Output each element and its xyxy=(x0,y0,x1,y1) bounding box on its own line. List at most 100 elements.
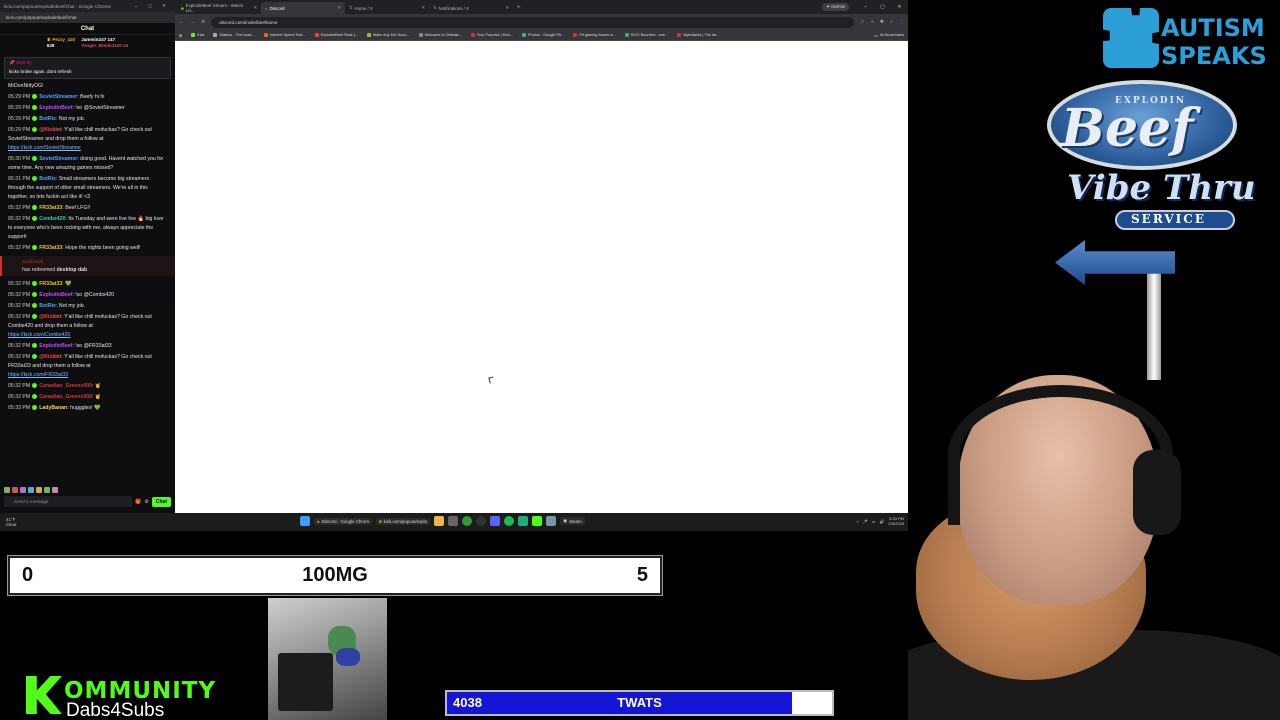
close-tab-icon[interactable]: ✕ xyxy=(421,5,425,11)
message-time: 05:32 PM xyxy=(8,314,31,320)
message-username[interactable]: SovietStreamer xyxy=(39,94,77,100)
message-username[interactable]: ExplodinBeef xyxy=(39,292,72,298)
taskbar-app-chrome-discord[interactable]: ● Discord - Google Chrom xyxy=(314,517,372,525)
message-username[interactable]: @Kicklet xyxy=(39,314,61,320)
gemini-button[interactable]: ✦ Gemini xyxy=(822,3,849,11)
message-username[interactable]: FR33at33 xyxy=(39,205,62,211)
taskbar-app-kick-popout[interactable]: ■ kick.com/popout/explo xyxy=(376,517,431,525)
message-link[interactable]: https://kick.com/FR33at33 xyxy=(8,371,168,380)
discord-invite-page[interactable] xyxy=(175,45,908,513)
bookmark-item[interactable]: Welcome to Obsidia... xyxy=(418,33,462,37)
obs-icon[interactable] xyxy=(476,516,487,526)
tab-x-home[interactable]: 𝕏 Home / X ✕ xyxy=(345,2,429,14)
message-text: 🤘 xyxy=(94,394,102,400)
bookmark-item[interactable]: ExplodinBeef Stats |... xyxy=(314,33,358,37)
message-username[interactable]: FR33at33 xyxy=(39,281,62,287)
message-username[interactable]: BotRix xyxy=(39,303,56,309)
tab-kick-stream[interactable]: ■ ExplodinBeef Stream - Watch Liv... ✕ xyxy=(177,2,261,14)
favicon-icon xyxy=(314,33,319,37)
extension-icon[interactable]: ● xyxy=(871,19,874,25)
message-username[interactable]: BotRix xyxy=(39,176,56,182)
bookmark-item[interactable]: Pit gaming issues w... xyxy=(573,33,616,37)
close-tab-icon[interactable]: ✕ xyxy=(505,5,509,11)
bookmark-item[interactable]: KICK Bounties - eve... xyxy=(624,33,668,37)
network-icon[interactable]: ▭ xyxy=(872,519,876,524)
message-username[interactable]: Canadian_Greens900 xyxy=(39,383,92,389)
message-username[interactable]: FR33at33 xyxy=(39,245,62,251)
system-clock[interactable]: 5:33 PM 2/4/2025 xyxy=(888,516,904,526)
discord-icon[interactable] xyxy=(490,516,501,526)
address-bar[interactable]: discord.com/invite/beefsome xyxy=(211,16,855,28)
extensions-puzzle-icon[interactable]: ✚ xyxy=(880,19,884,25)
close-icon[interactable]: ✕ xyxy=(157,3,171,9)
emote-icon[interactable] xyxy=(28,486,34,493)
close-tab-icon[interactable]: ✕ xyxy=(337,5,341,11)
forward-icon[interactable]: → xyxy=(190,19,195,25)
all-bookmarks[interactable]: ▭ All Bookmarks xyxy=(874,33,904,38)
media-play-icon[interactable] xyxy=(518,516,529,526)
taskbar-app-steam[interactable]: ◉ Steam xyxy=(560,517,585,525)
profile-icon[interactable]: ● xyxy=(890,19,893,25)
pinned-message[interactable]: 📌 Sent by kicks broke again. dont refres… xyxy=(4,57,171,79)
chat-send-button[interactable]: Chat xyxy=(151,496,171,507)
folder-icon[interactable] xyxy=(434,516,445,526)
settings-icon[interactable]: ⚙ xyxy=(144,499,148,505)
green-app-icon[interactable] xyxy=(532,516,543,526)
bookmark-item[interactable]: Kick xyxy=(191,33,204,37)
maximize-icon[interactable]: ▢ xyxy=(143,3,157,9)
emote-icon[interactable] xyxy=(20,486,26,493)
system-tray: ˄ 🎤 ▭ 🔊 5:33 PM 2/4/2025 xyxy=(856,516,904,526)
tray-chevron-icon[interactable]: ˄ xyxy=(856,519,858,524)
bookmark-item[interactable]: Statsus - The Lead... xyxy=(213,33,255,37)
message-text: Not my job. xyxy=(58,303,86,309)
message-username[interactable]: @Kicklet xyxy=(39,354,61,360)
minimize-icon[interactable]: – xyxy=(129,4,143,9)
bookmark-star-icon[interactable]: ☆ xyxy=(860,19,864,25)
apps-grid-icon[interactable]: ⊞ xyxy=(179,33,182,38)
chat-message-input[interactable]: Send a message xyxy=(4,496,133,507)
chat-url-bar[interactable]: kick.com/popout/explodinbeef/chat xyxy=(0,12,175,23)
close-icon[interactable]: ✕ xyxy=(891,4,908,10)
settings-icon[interactable] xyxy=(448,516,459,526)
menu-icon[interactable]: ⋮ xyxy=(899,19,904,25)
bookmark-item[interactable]: Photos - Google Ph... xyxy=(522,33,564,37)
desk-camera-feed xyxy=(268,598,387,720)
message-username[interactable]: @Kicklet xyxy=(39,127,61,133)
spotify-icon[interactable] xyxy=(504,516,515,526)
message-username[interactable]: ExplodinBeef xyxy=(39,105,72,111)
pinned-text: kicks broke again. dont refresh xyxy=(9,69,72,74)
emote-icon[interactable] xyxy=(52,486,58,493)
gift-icon[interactable]: 🎁 xyxy=(135,499,141,505)
message-link[interactable]: https://kick.com/Combs420 xyxy=(8,331,168,340)
message-username[interactable]: LadyBanan xyxy=(39,405,67,411)
message-username[interactable]: Combs420 xyxy=(39,216,65,222)
new-tab-icon[interactable]: + xyxy=(513,2,525,14)
bookmark-item[interactable]: Make Any Mic Soun... xyxy=(366,33,410,37)
maximize-icon[interactable]: ▢ xyxy=(874,4,891,10)
emote-icon[interactable] xyxy=(36,486,42,493)
windows-start-icon[interactable] xyxy=(300,516,310,526)
app-icon[interactable] xyxy=(546,516,557,526)
message-link[interactable]: https://kick.com/SovietStreamer xyxy=(8,144,168,153)
back-icon[interactable]: ← xyxy=(179,19,184,25)
message-username[interactable]: ExplodinBeef xyxy=(39,343,72,349)
volume-icon[interactable]: 🔊 xyxy=(879,519,884,524)
bookmark-item[interactable]: Your Purpose | Kick... xyxy=(470,33,513,37)
weather-widget[interactable]: 41°F Clear xyxy=(0,517,40,527)
emote-icon[interactable] xyxy=(44,486,50,493)
message-username[interactable]: Canadian_Greens900 xyxy=(39,394,92,400)
emote-icon[interactable] xyxy=(4,486,10,493)
message-username[interactable]: BotRix xyxy=(39,116,56,122)
chat-message-list[interactable]: MrDonNittyOG! 05:29 PM SovietStreamer: Bee… xyxy=(0,79,175,413)
minimize-icon[interactable]: – xyxy=(857,4,874,10)
xbox-icon[interactable] xyxy=(462,516,473,526)
emote-icon[interactable] xyxy=(12,486,18,493)
mic-icon[interactable]: 🎤 xyxy=(863,519,868,524)
stop-loading-icon[interactable]: ✕ xyxy=(201,19,205,25)
tab-discord[interactable]: ● Discord ✕ xyxy=(261,2,345,14)
bookmark-item[interactable]: Myinstants | The lar... xyxy=(677,33,719,37)
bookmark-item[interactable]: Internet Speed Test... xyxy=(263,33,306,37)
tab-x-notifications[interactable]: 𝕏 Notifications / X ✕ xyxy=(429,2,513,14)
message-username[interactable]: SovietStreamer xyxy=(39,156,77,162)
close-tab-icon[interactable]: ✕ xyxy=(253,5,257,11)
